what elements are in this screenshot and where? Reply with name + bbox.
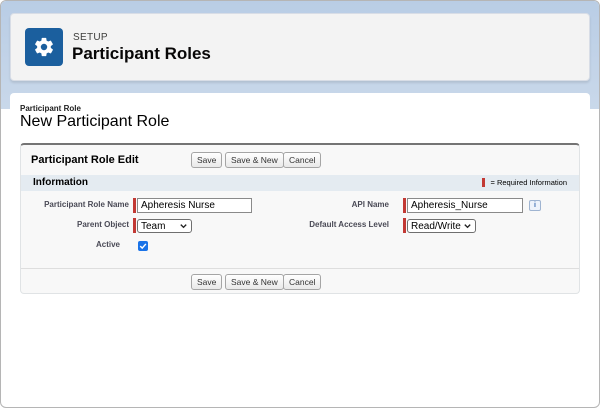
parent-object-select[interactable]: Team — [137, 219, 192, 233]
required-legend-text: = Required Information — [490, 178, 567, 187]
default-access-select[interactable]: Read/Write — [407, 219, 476, 233]
default-access-required-bar — [403, 218, 406, 233]
page-header: SETUP Participant Roles — [10, 13, 590, 81]
save-button-top[interactable]: Save — [191, 152, 223, 168]
gear-icon — [35, 37, 53, 57]
save-button-bottom[interactable]: Save — [191, 274, 223, 290]
save-and-new-button-bottom[interactable]: Save & New — [225, 274, 284, 290]
api-name-label: API Name — [351, 200, 389, 209]
information-section-header: Information = Required Information — [21, 175, 579, 191]
information-title: Information — [33, 177, 88, 188]
active-label: Active — [95, 240, 120, 249]
block-title: Participant Role Edit — [31, 154, 139, 166]
parent-object-value: Team — [141, 220, 166, 232]
default-access-label: Default Access Level — [309, 220, 389, 229]
required-marker — [482, 178, 486, 187]
save-and-new-button-top[interactable]: Save & New — [225, 152, 284, 168]
cancel-button-top[interactable]: Cancel — [283, 152, 322, 168]
api-name-required-bar — [403, 198, 406, 213]
section-label: SETUP — [73, 32, 108, 43]
setup-tile — [25, 28, 63, 66]
parent-object-required-bar — [133, 218, 136, 233]
page-title: New Participant Role — [20, 113, 170, 130]
required-legend: = Required Information — [482, 178, 567, 187]
role-name-required-bar — [133, 198, 136, 213]
chevron-down-icon — [180, 224, 187, 229]
api-name-input[interactable] — [407, 198, 523, 213]
page-eyebrow: Participant Role — [20, 104, 81, 113]
header-title: Participant Roles — [72, 44, 211, 63]
main-content: Participant Role New Participant Role Pa… — [10, 93, 590, 403]
role-name-input[interactable] — [137, 198, 252, 213]
footer-divider — [21, 268, 579, 269]
info-icon[interactable]: i — [529, 200, 541, 211]
parent-object-label: Parent Object — [76, 220, 129, 229]
active-checkbox[interactable] — [138, 241, 148, 251]
cancel-button-bottom[interactable]: Cancel — [283, 274, 322, 290]
app-window: SETUP Participant Roles Participant Role… — [0, 0, 600, 408]
role-name-label: Participant Role Name — [44, 200, 129, 209]
participant-role-edit-block: Participant Role Edit Save Save & New Ca… — [20, 143, 580, 294]
checkmark-icon — [139, 243, 147, 250]
chevron-down-icon — [464, 224, 471, 229]
default-access-value: Read/Write — [411, 220, 461, 232]
